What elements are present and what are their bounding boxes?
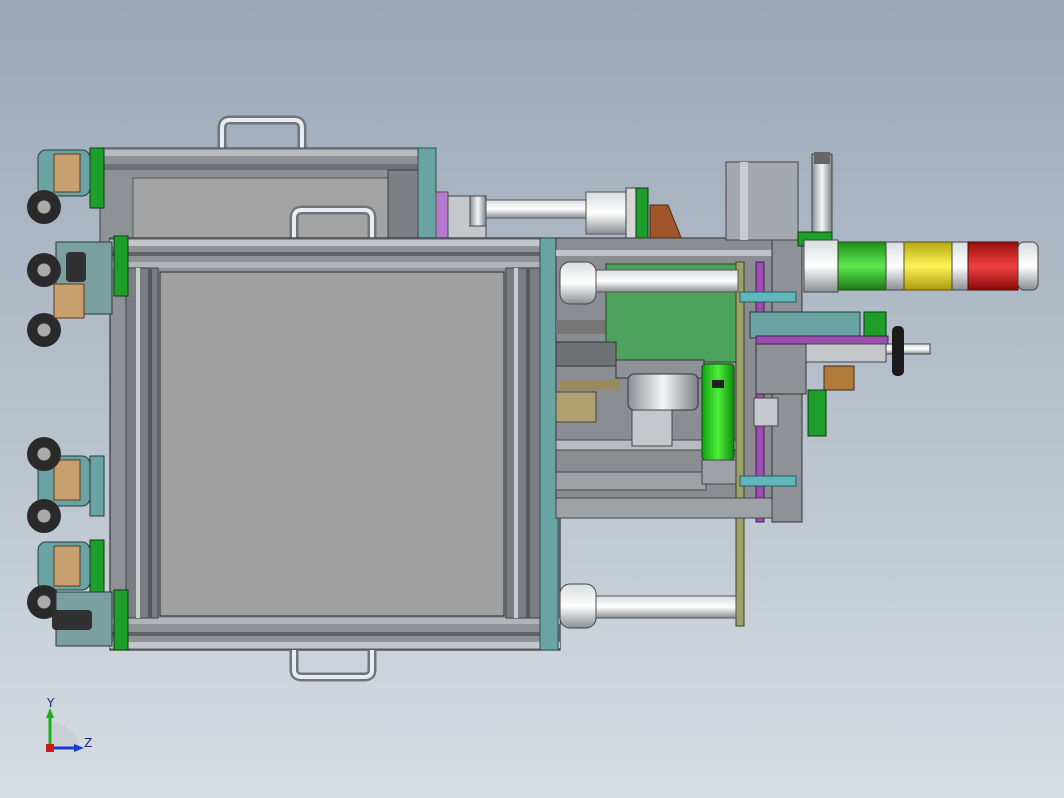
upper-cylinder bbox=[435, 187, 683, 241]
orientation-triad bbox=[46, 708, 84, 752]
y-axis-label: Y bbox=[47, 696, 55, 710]
back-frame bbox=[99, 147, 437, 244]
caster-wheel-1 bbox=[27, 147, 105, 224]
main-frame bbox=[109, 235, 561, 651]
mid-cylinder-lower bbox=[559, 583, 737, 629]
z-axis-label: Z bbox=[84, 736, 93, 750]
signal-tower-light bbox=[803, 239, 1039, 293]
cad-viewport[interactable]: Y Z bbox=[0, 0, 1064, 798]
caster-wheel-2 bbox=[27, 241, 113, 347]
caster-wheel-4 bbox=[27, 539, 113, 647]
top-handle bbox=[217, 115, 307, 148]
cad-model-view bbox=[27, 115, 1039, 752]
caster-wheel-3 bbox=[27, 437, 105, 533]
bottom-handle bbox=[289, 650, 377, 682]
